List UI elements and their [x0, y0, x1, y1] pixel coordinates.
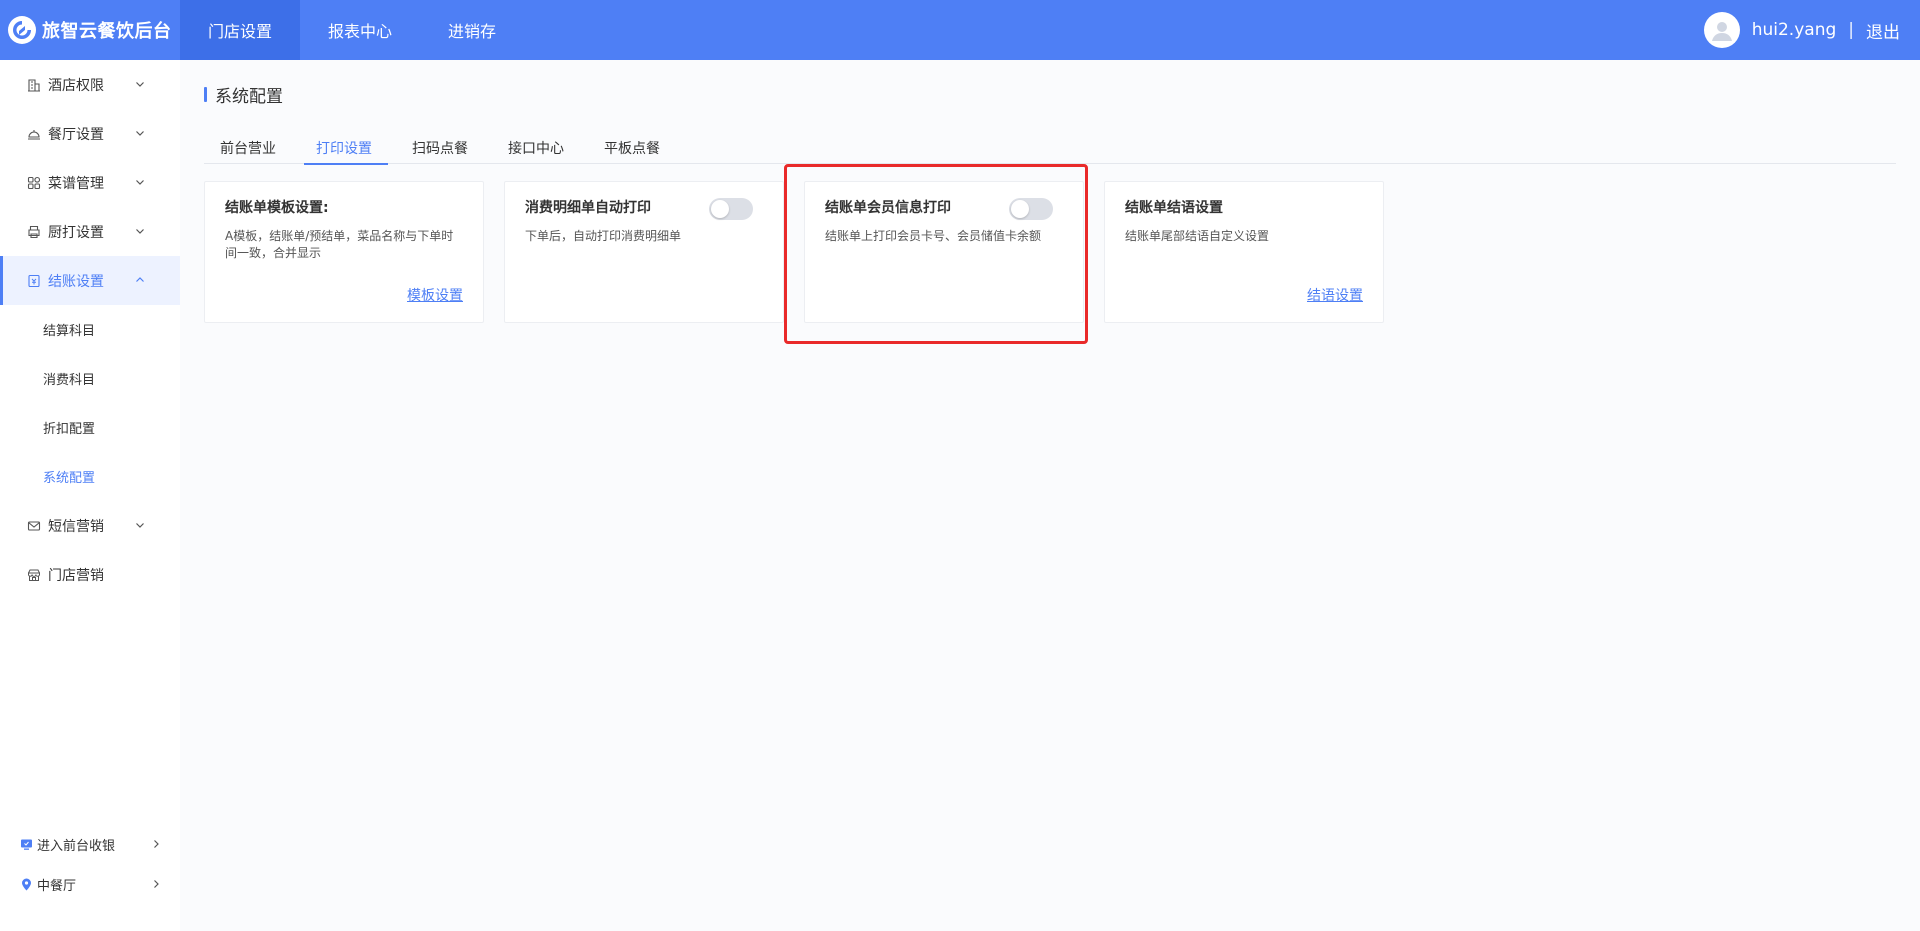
- brand-logo-icon: [8, 16, 36, 44]
- grid-icon: [26, 175, 42, 191]
- topnav-inventory[interactable]: 进销存: [420, 0, 524, 60]
- title-accent-bar: [204, 86, 207, 102]
- sidebar-item-kitchen-print[interactable]: 厨打设置: [0, 207, 180, 256]
- card-description: A模板，结账单/预结单，菜品名称与下单时间一致，合并显示: [225, 229, 454, 260]
- sidebar-item-sms-marketing[interactable]: 短信营销: [0, 501, 180, 550]
- username: hui2.yang: [1751, 20, 1837, 40]
- row-label: 中餐厅: [37, 878, 77, 894]
- row-label: 进入前台收银: [37, 838, 116, 854]
- topnav-report-center[interactable]: 报表中心: [300, 0, 420, 60]
- tab-tablet-ordering[interactable]: 平板点餐: [588, 132, 676, 164]
- avatar[interactable]: [1703, 12, 1740, 48]
- tab-interface-center[interactable]: 接口中心: [492, 132, 580, 164]
- user-separator: |: [1848, 20, 1854, 40]
- sidebar-item-label: 酒店权限: [48, 77, 104, 94]
- auto-print-toggle[interactable]: [709, 198, 753, 220]
- card-closing-remark: 结账单结语设置 结账单尾部结语自定义设置 结语设置: [1104, 181, 1384, 323]
- card-title: 结账单模板设置:: [225, 200, 329, 216]
- chevron-right-icon: [154, 840, 159, 848]
- tab-qr-ordering[interactable]: 扫码点餐: [396, 132, 484, 164]
- sidebar-subitem-settlement-subjects[interactable]: 结算科目: [0, 305, 180, 354]
- location-pin-icon: [19, 877, 33, 891]
- chevron-down-icon: [136, 229, 144, 234]
- card-bill-template: 结账单模板设置: A模板，结账单/预结单，菜品名称与下单时间一致，合并显示 模板…: [204, 181, 484, 323]
- chevron-down-icon: [136, 180, 144, 185]
- top-bar: 旅智云餐饮后台 门店设置 报表中心 进销存 hui2.yang | 退出: [0, 0, 1920, 60]
- user-area: hui2.yang | 退出: [1703, 0, 1900, 60]
- sidebar-subitem-discount-config[interactable]: 折扣配置: [0, 403, 180, 452]
- sidebar-bottom: 进入前台收银 中餐厅: [0, 824, 180, 904]
- tab-bar: 前台营业 打印设置 扫码点餐 接口中心 平板点餐: [204, 132, 1896, 165]
- logout-link[interactable]: 退出: [1866, 18, 1900, 43]
- sidebar: 酒店权限 餐厅设置 菜谱管理 厨打设置 结账设置 结算科目 消费科目 折扣配置 …: [0, 60, 180, 931]
- card-member-info-print: 结账单会员信息打印 结账单上打印会员卡号、会员储值卡余额: [804, 181, 1084, 323]
- chevron-down-icon: [136, 131, 144, 136]
- topnav-store-settings[interactable]: 门店设置: [180, 0, 301, 60]
- chevron-up-icon: [136, 277, 144, 282]
- template-settings-link[interactable]: 模板设置: [407, 285, 463, 305]
- dish-cover-icon: [26, 126, 42, 142]
- sidebar-item-label: 短信营销: [48, 518, 104, 535]
- chevron-down-icon: [136, 82, 144, 87]
- toggle-knob: [711, 200, 729, 218]
- monitor-icon: [19, 837, 33, 851]
- sidebar-subitem-system-config[interactable]: 系统配置: [0, 452, 180, 501]
- card-auto-print-detail: 消费明细单自动打印 下单后，自动打印消费明细单: [504, 181, 784, 323]
- sidebar-item-label: 厨打设置: [48, 224, 104, 241]
- sidebar-item-checkout-settings[interactable]: 结账设置: [0, 256, 180, 305]
- brand[interactable]: 旅智云餐饮后台: [0, 0, 180, 60]
- printer-icon: [26, 224, 42, 240]
- sidebar-item-label: 餐厅设置: [48, 126, 104, 143]
- sidebar-subitem-consumption-subjects[interactable]: 消费科目: [0, 354, 180, 403]
- card-description: 结账单尾部结语自定义设置: [1125, 229, 1270, 243]
- sidebar-item-hotel-permissions[interactable]: 酒店权限: [0, 60, 180, 109]
- card-description: 结账单上打印会员卡号、会员储值卡余额: [825, 229, 1042, 243]
- card-title: 结账单结语设置: [1125, 200, 1223, 216]
- closing-remark-settings-link[interactable]: 结语设置: [1307, 285, 1363, 305]
- enter-front-desk-cashier[interactable]: 进入前台收银: [0, 824, 180, 864]
- page-title-text: 系统配置: [215, 86, 283, 107]
- sidebar-item-menu-management[interactable]: 菜谱管理: [0, 158, 180, 207]
- card-description: 下单后，自动打印消费明细单: [525, 229, 682, 243]
- page-title: 系统配置: [204, 83, 283, 107]
- member-info-print-toggle[interactable]: [1009, 198, 1053, 220]
- toggle-knob: [1011, 200, 1029, 218]
- brand-name: 旅智云餐饮后台: [42, 21, 172, 42]
- tab-print-settings[interactable]: 打印设置: [300, 132, 388, 165]
- mail-icon: [26, 518, 42, 534]
- receipt-icon: [26, 273, 42, 289]
- sidebar-item-store-marketing[interactable]: 门店营销: [0, 550, 180, 599]
- tab-front-desk-business[interactable]: 前台营业: [204, 132, 292, 164]
- sidebar-item-label: 结账设置: [48, 273, 104, 290]
- chevron-down-icon: [136, 523, 144, 528]
- sidebar-item-label: 门店营销: [48, 567, 104, 584]
- chevron-right-icon: [154, 880, 159, 888]
- building-icon: [26, 77, 42, 93]
- current-restaurant[interactable]: 中餐厅: [0, 864, 180, 904]
- store-icon: [26, 567, 42, 583]
- top-nav: 门店设置 报表中心 进销存: [180, 0, 524, 60]
- sidebar-item-restaurant-settings[interactable]: 餐厅设置: [0, 109, 180, 158]
- sidebar-item-label: 菜谱管理: [48, 175, 104, 192]
